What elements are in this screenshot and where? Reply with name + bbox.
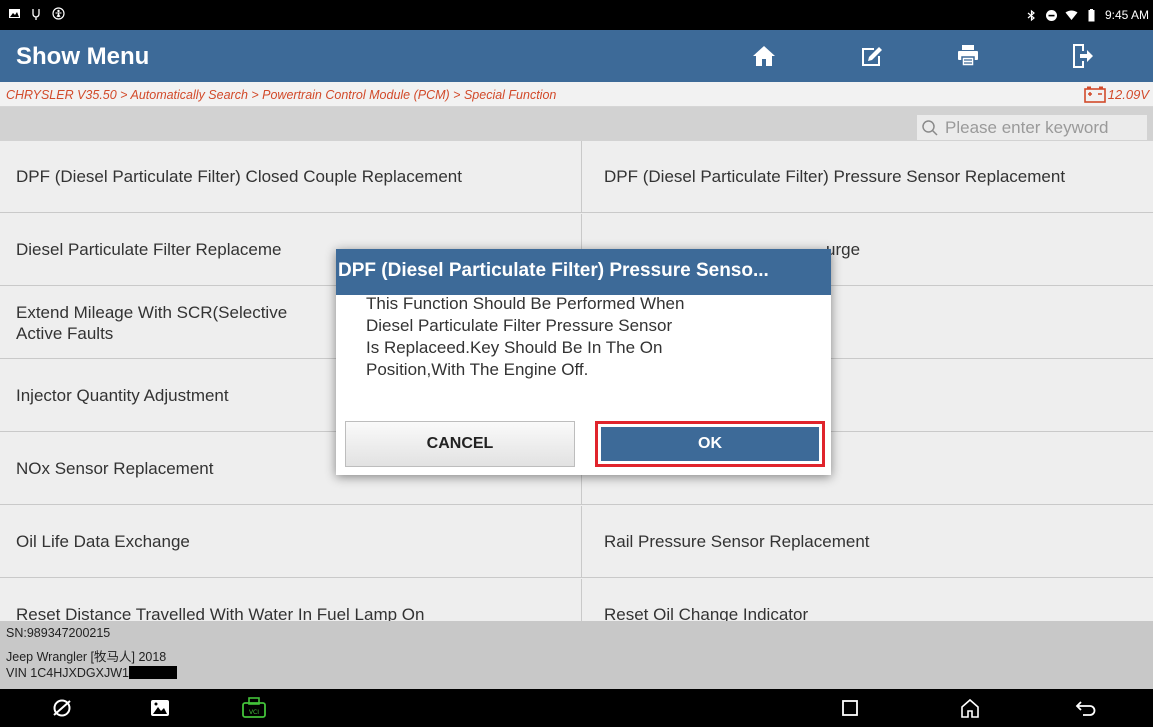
dialog-message-line: Is Replaceed.Key Should Be In The On xyxy=(366,338,663,357)
vci-icon: VCI xyxy=(242,697,266,718)
ok-button[interactable]: OK xyxy=(595,421,825,467)
back-button[interactable] xyxy=(1072,695,1100,721)
browser-button[interactable] xyxy=(48,695,76,721)
vci-button[interactable]: VCI xyxy=(240,695,268,721)
system-nav-bar: VCI xyxy=(0,689,1153,727)
dialog-message: This Function Should Be Performed When D… xyxy=(366,293,806,381)
dialog-title: DPF (Diesel Particulate Filter) Pressure… xyxy=(336,249,831,295)
gallery-icon xyxy=(151,700,169,716)
dialog-message-line: This Function Should Be Performed When xyxy=(366,294,685,313)
dialog-message-line: Diesel Particulate Filter Pressure Senso… xyxy=(366,316,673,335)
svg-text:VCI: VCI xyxy=(249,709,259,716)
recents-icon xyxy=(842,700,858,716)
back-icon xyxy=(1075,701,1096,716)
confirm-dialog: DPF (Diesel Particulate Filter) Pressure… xyxy=(336,249,831,475)
cancel-button[interactable]: CANCEL xyxy=(345,421,575,467)
dialog-message-line: Position,With The Engine Off. xyxy=(366,360,589,379)
browser-icon xyxy=(53,699,71,717)
home-outline-icon xyxy=(961,698,979,718)
gallery-button[interactable] xyxy=(146,695,174,721)
recents-button[interactable] xyxy=(836,695,864,721)
home-nav-button[interactable] xyxy=(956,695,984,721)
